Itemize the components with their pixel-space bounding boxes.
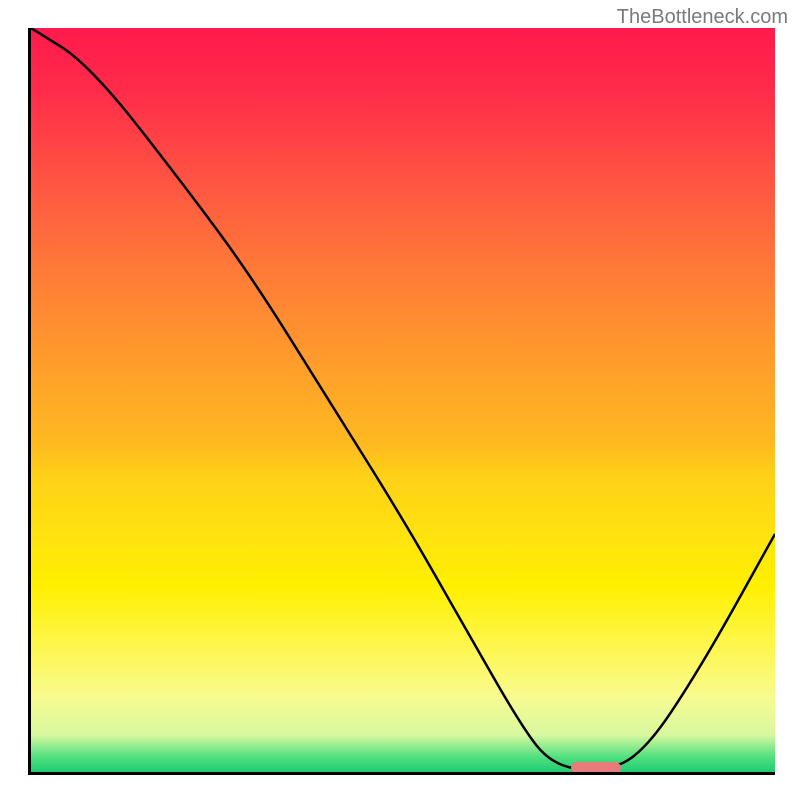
watermark-text: TheBottleneck.com bbox=[617, 6, 788, 29]
plot-area bbox=[28, 28, 775, 775]
bottleneck-curve bbox=[31, 28, 775, 772]
optimal-range-marker bbox=[571, 762, 621, 774]
chart-container: TheBottleneck.com bbox=[0, 0, 800, 800]
